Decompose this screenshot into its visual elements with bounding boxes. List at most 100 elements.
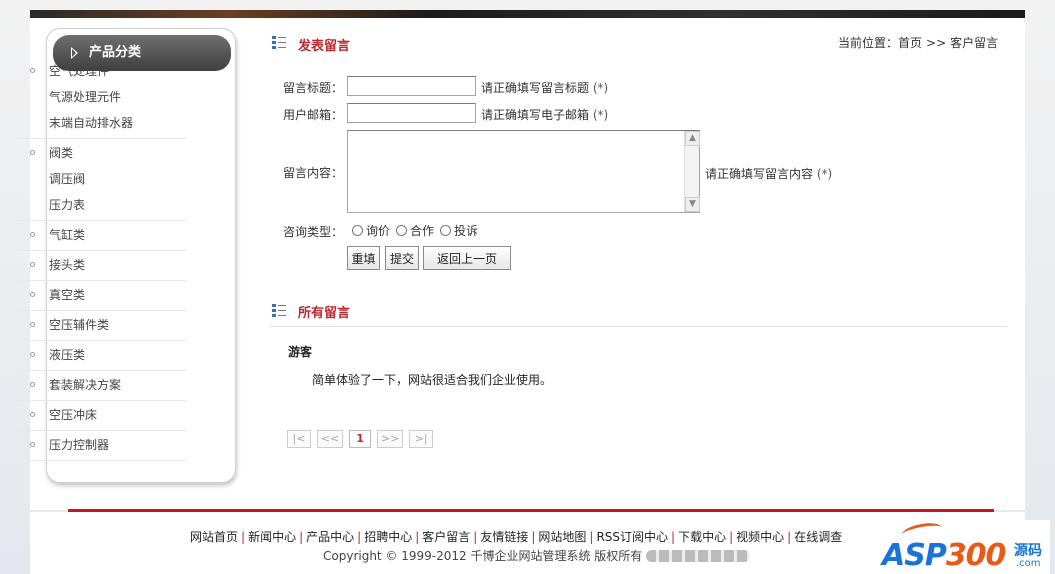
footer-link[interactable]: 客户留言 xyxy=(422,530,470,544)
footer-link[interactable]: 网站地图 xyxy=(538,530,586,544)
bullet-icon xyxy=(30,352,35,357)
message-text: 简单体验了一下，网站很适合我们企业使用。 xyxy=(312,373,553,387)
footer-link[interactable]: 视频中心 xyxy=(736,530,784,544)
stats-badge-icon[interactable] xyxy=(646,550,751,562)
subcategory-item[interactable]: 气源处理元件 xyxy=(16,84,186,110)
category-group: 气缸类 xyxy=(16,222,186,251)
category-label: 接头类 xyxy=(49,258,86,272)
footer-link[interactable]: 下载中心 xyxy=(678,530,726,544)
scroll-down-icon[interactable]: ▼ xyxy=(685,197,700,212)
category-label: 真空类 xyxy=(49,288,86,302)
category-group: 空压冲床 xyxy=(16,402,186,431)
email-label: 用户邮箱： xyxy=(283,108,344,122)
bullet-icon xyxy=(30,412,35,417)
title-hint-text: 请正确填写留言标题 xyxy=(481,81,590,95)
category-item[interactable]: 压力控制器 xyxy=(16,432,186,458)
category-item[interactable]: 气缸类 xyxy=(16,222,186,248)
pagination: |< << 1 >> >| xyxy=(287,430,435,448)
radio-circle-icon[interactable] xyxy=(440,225,452,236)
email-hint-text: 请正确填写电子邮箱 xyxy=(481,108,590,122)
message-author: 游客 xyxy=(288,345,313,359)
type-radio[interactable]: 询价 xyxy=(352,222,390,239)
footer-link[interactable]: 产品中心 xyxy=(306,530,354,544)
bullet-icon xyxy=(30,68,35,73)
category-item[interactable]: 真空类 xyxy=(16,282,186,308)
prev-page-button[interactable]: << xyxy=(316,430,344,448)
category-item[interactable]: 阀类 xyxy=(16,140,186,166)
footer-link[interactable]: RSS订阅中心 xyxy=(596,530,668,544)
category-group: 真空类 xyxy=(16,282,186,311)
category-item[interactable]: 套装解决方案 xyxy=(16,372,186,398)
footer-link[interactable]: 网站首页 xyxy=(190,530,238,544)
subcategory-item[interactable]: 压力表 xyxy=(16,192,186,218)
category-label: 套装解决方案 xyxy=(49,378,122,392)
required-mark: (*) xyxy=(592,108,609,122)
radio-label: 投诉 xyxy=(454,224,479,238)
logo-com: .com xyxy=(1016,558,1041,569)
category-item[interactable]: 空压冲床 xyxy=(16,402,186,428)
footer-link[interactable]: 在线调查 xyxy=(794,530,842,544)
copyright-text: Copyright © 1999-2012 千博企业网站管理系统 版权所有 xyxy=(323,549,643,563)
section-divider xyxy=(270,326,1007,327)
category-label: 空压辅件类 xyxy=(49,318,110,332)
category-group: 套装解决方案 xyxy=(16,372,186,401)
radio-label: 合作 xyxy=(410,224,435,238)
footer-separator: | xyxy=(729,530,734,544)
category-group: 压力控制器 xyxy=(16,432,186,461)
content-textarea[interactable] xyxy=(347,130,700,213)
logo-brand-a: ASP xyxy=(882,538,947,573)
type-radio[interactable]: 投诉 xyxy=(440,222,478,239)
footer-separator: | xyxy=(589,530,594,544)
footer-link[interactable]: 友情链接 xyxy=(480,530,528,544)
footer-separator: | xyxy=(241,530,246,544)
copyright: Copyright © 1999-2012 千博企业网站管理系统 版权所有 xyxy=(323,547,751,564)
email-hint: 请正确填写电子邮箱 (*) xyxy=(481,106,608,123)
type-radio[interactable]: 合作 xyxy=(396,222,434,239)
category-list: 空气处理件 气源处理元件 末端自动排水器 阀类 调压阀 压力表 气缸类 接头类 真空类 空压辅件类… xyxy=(16,58,186,462)
reset-button[interactable]: 重填 xyxy=(347,246,380,270)
title-hint: 请正确填写留言标题 (*) xyxy=(481,79,608,96)
category-item[interactable]: 接头类 xyxy=(16,252,186,278)
content-hint: 请正确填写留言内容 (*) xyxy=(705,165,832,182)
back-button[interactable]: 返回上一页 xyxy=(423,246,511,270)
bullet-icon xyxy=(30,150,35,155)
bullet-icon xyxy=(30,442,35,447)
category-group: 空压辅件类 xyxy=(16,312,186,341)
bullet-icon xyxy=(30,382,35,387)
category-item[interactable]: 空压辅件类 xyxy=(16,312,186,338)
post-message-title: 发表留言 xyxy=(298,39,351,54)
first-page-button[interactable]: |< xyxy=(287,430,311,448)
subcategory-item[interactable]: 末端自动排水器 xyxy=(16,110,186,136)
logo-brand: ASP300 xyxy=(882,538,1006,573)
content-hint-text: 请正确填写留言内容 xyxy=(705,167,814,181)
scroll-up-icon[interactable]: ▲ xyxy=(685,131,700,146)
category-label: 液压类 xyxy=(49,348,86,362)
textarea-scrollbar[interactable]: ▲ ▼ xyxy=(684,131,700,212)
next-page-button[interactable]: >> xyxy=(376,430,404,448)
category-item[interactable]: 液压类 xyxy=(16,342,186,368)
breadcrumb-home-link[interactable]: 首页 xyxy=(898,36,922,50)
subcategory-item[interactable]: 调压阀 xyxy=(16,166,186,192)
footer-separator: | xyxy=(671,530,676,544)
bullet-icon xyxy=(30,292,35,297)
category-item[interactable]: 空气处理件 xyxy=(16,58,186,84)
footer-link[interactable]: 新闻中心 xyxy=(248,530,296,544)
title-input[interactable] xyxy=(347,76,476,96)
email-input[interactable] xyxy=(347,103,476,123)
footer-link[interactable]: 招聘中心 xyxy=(364,530,412,544)
logo-yuan: 源码 xyxy=(1014,543,1042,559)
current-page[interactable]: 1 xyxy=(349,430,372,448)
list-icon xyxy=(272,36,286,49)
bullet-icon xyxy=(30,322,35,327)
radio-circle-icon[interactable] xyxy=(352,225,363,236)
type-radio-group: 询价 合作 投诉 xyxy=(352,222,484,239)
last-page-button[interactable]: >| xyxy=(409,430,434,448)
radio-circle-icon[interactable] xyxy=(396,225,408,236)
footer-separator: | xyxy=(473,530,478,544)
category-group: 空气处理件 气源处理元件 末端自动排水器 xyxy=(16,58,186,139)
bullet-icon xyxy=(30,262,35,267)
category-group: 阀类 调压阀 压力表 xyxy=(16,140,186,221)
footer-links: 网站首页 | 新闻中心 | 产品中心 | 招聘中心 | 客户留言 | 友情链接 | 网站地图 | RSS订阅… xyxy=(190,528,842,545)
bullet-icon xyxy=(30,232,35,237)
submit-button[interactable]: 提交 xyxy=(385,246,419,270)
